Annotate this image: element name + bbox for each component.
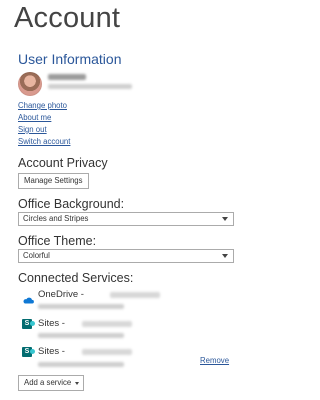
sharepoint-icon: S [22, 347, 35, 357]
sites-service-name: Sites - [38, 346, 65, 357]
user-email-redacted [48, 84, 132, 89]
change-photo-link[interactable]: Change photo [18, 101, 67, 110]
chevron-down-icon [222, 254, 228, 258]
manage-settings-button[interactable]: Manage Settings [18, 173, 89, 189]
switch-account-link[interactable]: Switch account [18, 137, 70, 146]
remove-service-link[interactable]: Remove [200, 356, 229, 365]
account-privacy-heading: Account Privacy [18, 156, 108, 170]
onedrive-account-redacted [38, 304, 124, 309]
connected-services-heading: Connected Services: [18, 271, 134, 285]
sites-service-name: Sites - [38, 318, 65, 329]
sharepoint-icon: S [22, 319, 35, 329]
chevron-down-icon [75, 382, 80, 385]
office-background-select[interactable]: Circles and Stripes [18, 212, 234, 226]
office-background-heading: Office Background: [18, 197, 125, 211]
user-information-heading: User Information [18, 51, 122, 67]
add-a-service-label: Add a service [24, 378, 72, 387]
chevron-down-icon [222, 217, 228, 221]
avatar [18, 72, 42, 96]
add-a-service-button[interactable]: Add a service [18, 375, 85, 391]
sites-url-redacted [38, 333, 124, 338]
page-title: Account [14, 2, 121, 34]
office-background-value: Circles and Stripes [23, 214, 89, 223]
about-me-link[interactable]: About me [18, 113, 51, 122]
office-theme-value: Colorful [23, 251, 50, 260]
sites-org-redacted [82, 321, 132, 327]
sign-out-link[interactable]: Sign out [18, 125, 47, 134]
sites-org-redacted [82, 349, 132, 355]
onedrive-cloud-icon [22, 291, 34, 309]
onedrive-service-name: OneDrive - [38, 289, 84, 300]
sites-url-redacted [38, 362, 124, 367]
office-theme-select[interactable]: Colorful [18, 249, 234, 263]
user-name-redacted [48, 74, 86, 80]
office-theme-heading: Office Theme: [18, 234, 97, 248]
onedrive-org-redacted [110, 292, 160, 298]
